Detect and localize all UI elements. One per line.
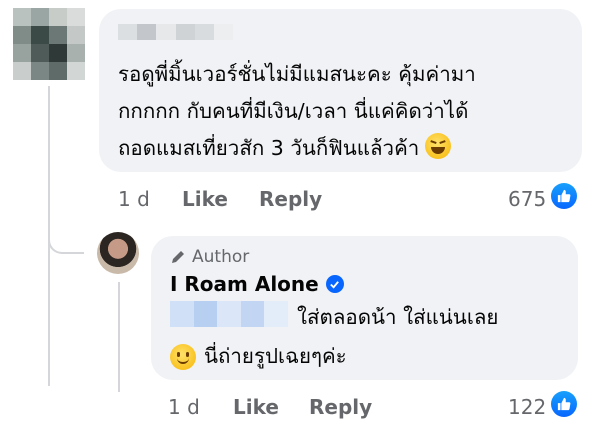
comment-text-line-3: ถอดแมสเที่ยวสัก 3 วันก็ฟินแล้วค้า — [118, 136, 420, 160]
like-thumb-icon[interactable] — [551, 183, 577, 209]
author-avatar[interactable] — [97, 232, 139, 274]
reply-time[interactable]: 1 d — [168, 395, 200, 419]
comment-reaction-count[interactable]: 675 — [508, 187, 546, 211]
comment-text-line-2: กกกกก กับคนที่มีเงิน/เวลา นี่แค่คิดว่าได… — [118, 99, 469, 123]
reply-author-name[interactable]: I Roam Alone — [170, 272, 319, 296]
author-badge-label: Author — [192, 247, 250, 267]
comment-like-button[interactable]: Like — [182, 187, 228, 211]
author-badge: Author — [170, 247, 249, 267]
like-thumb-icon[interactable] — [551, 391, 577, 417]
reply-mention-blurred[interactable] — [170, 301, 288, 327]
smiling-face-emoji-icon — [170, 343, 196, 370]
reply-text-line-2: นี่ถ่ายรูปเฉยๆค่ะ — [204, 344, 347, 368]
thread-line-curve — [48, 226, 84, 254]
comment-text: รอดูพี่มิ้นเวอร์ชั่นไม่มีแมสนะคะ คุ้มค่า… — [118, 56, 558, 167]
reply-like-button[interactable]: Like — [233, 395, 279, 419]
comment-text-line-1: รอดูพี่มิ้นเวอร์ชั่นไม่มีแมสนะคะ คุ้มค่า… — [118, 62, 476, 86]
thread-line-reply — [118, 282, 120, 392]
commenter-name-blurred[interactable] — [118, 24, 234, 40]
reply-reaction-count[interactable]: 122 — [508, 395, 546, 419]
comment-time[interactable]: 1 d — [118, 187, 150, 211]
laughing-face-emoji-icon — [425, 133, 452, 159]
reply-reply-button[interactable]: Reply — [309, 395, 372, 419]
reply-text-line-2-row: นี่ถ่ายรูปเฉยๆค่ะ — [170, 340, 347, 373]
commenter-avatar-blurred[interactable] — [13, 8, 85, 80]
pencil-icon — [172, 251, 184, 263]
verified-check-icon — [325, 275, 344, 293]
comment-reply-button[interactable]: Reply — [259, 187, 322, 211]
reply-author-row: I Roam Alone — [170, 272, 344, 296]
reply-text-line-1: ใส่ตลอดน้า ใส่แน่นเลย — [297, 305, 499, 329]
